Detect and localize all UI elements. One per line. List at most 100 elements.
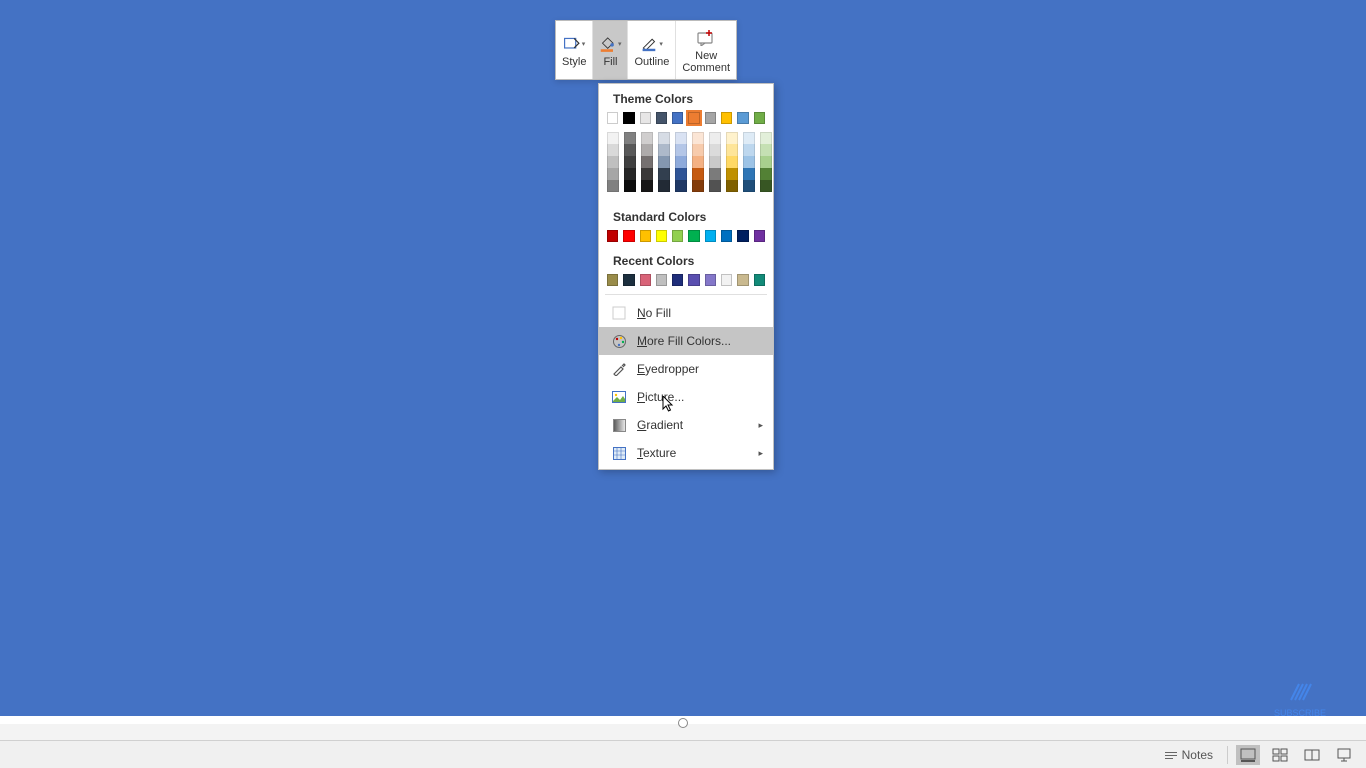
color-swatch[interactable] [709, 144, 721, 156]
color-swatch[interactable] [641, 180, 653, 192]
color-swatch[interactable] [709, 156, 721, 168]
color-swatch[interactable] [709, 132, 721, 144]
color-swatch[interactable] [726, 144, 738, 156]
color-swatch[interactable] [607, 230, 618, 242]
color-swatch[interactable] [737, 274, 748, 286]
color-swatch[interactable] [688, 230, 699, 242]
color-swatch[interactable] [675, 180, 687, 192]
color-swatch[interactable] [675, 168, 687, 180]
color-swatch[interactable] [726, 168, 738, 180]
color-swatch[interactable] [709, 180, 721, 192]
color-swatch[interactable] [743, 168, 755, 180]
color-swatch[interactable] [640, 112, 651, 124]
color-swatch[interactable] [656, 274, 667, 286]
style-button[interactable]: ▾ Style [556, 21, 593, 79]
more-fill-colors-item[interactable]: More Fill Colors... [599, 327, 773, 355]
color-swatch[interactable] [607, 274, 618, 286]
notes-button[interactable]: Notes [1158, 746, 1219, 764]
color-swatch[interactable] [726, 132, 738, 144]
color-swatch[interactable] [641, 144, 653, 156]
color-swatch[interactable] [672, 230, 683, 242]
color-swatch[interactable] [737, 112, 748, 124]
mini-toolbar: ▾ Style ▾ Fill ▾ Outline NewComment [555, 20, 737, 80]
color-swatch[interactable] [656, 230, 667, 242]
outline-button[interactable]: ▾ Outline [628, 21, 676, 79]
color-swatch[interactable] [607, 168, 619, 180]
color-swatch[interactable] [754, 274, 765, 286]
color-swatch[interactable] [760, 156, 772, 168]
color-swatch[interactable] [721, 112, 732, 124]
color-swatch[interactable] [705, 112, 716, 124]
color-swatch[interactable] [675, 144, 687, 156]
color-swatch[interactable] [692, 156, 704, 168]
color-swatch[interactable] [607, 132, 619, 144]
standard-colors-row [599, 230, 773, 246]
color-swatch[interactable] [675, 132, 687, 144]
color-swatch[interactable] [743, 156, 755, 168]
color-swatch[interactable] [641, 156, 653, 168]
color-swatch[interactable] [743, 144, 755, 156]
color-swatch[interactable] [721, 274, 732, 286]
color-swatch[interactable] [656, 112, 667, 124]
color-swatch[interactable] [658, 168, 670, 180]
color-swatch[interactable] [760, 168, 772, 180]
gradient-item[interactable]: Gradient ▸ [599, 411, 773, 439]
color-swatch[interactable] [658, 132, 670, 144]
color-swatch[interactable] [607, 144, 619, 156]
fill-button[interactable]: ▾ Fill [593, 21, 628, 79]
color-swatch[interactable] [624, 144, 636, 156]
color-swatch[interactable] [743, 132, 755, 144]
color-swatch[interactable] [658, 156, 670, 168]
texture-item[interactable]: Texture ▸ [599, 439, 773, 467]
color-swatch[interactable] [658, 144, 670, 156]
normal-view-button[interactable] [1236, 745, 1260, 765]
color-swatch[interactable] [623, 274, 634, 286]
color-swatch[interactable] [705, 230, 716, 242]
color-swatch[interactable] [705, 274, 716, 286]
slide-resize-handle[interactable] [678, 718, 688, 728]
color-swatch[interactable] [640, 274, 651, 286]
color-swatch[interactable] [675, 156, 687, 168]
color-swatch[interactable] [672, 274, 683, 286]
color-swatch[interactable] [754, 230, 765, 242]
no-fill-item[interactable]: No Fill [599, 299, 773, 327]
color-swatch[interactable] [688, 112, 699, 124]
color-swatch[interactable] [688, 274, 699, 286]
color-swatch[interactable] [607, 156, 619, 168]
color-swatch[interactable] [692, 168, 704, 180]
color-swatch[interactable] [760, 132, 772, 144]
eyedropper-item[interactable]: Eyedropper [599, 355, 773, 383]
color-swatch[interactable] [623, 230, 634, 242]
sorter-view-button[interactable] [1268, 745, 1292, 765]
picture-item[interactable]: Picture... [599, 383, 773, 411]
color-swatch[interactable] [692, 132, 704, 144]
color-swatch[interactable] [692, 144, 704, 156]
reading-view-button[interactable] [1300, 745, 1324, 765]
color-swatch[interactable] [672, 112, 683, 124]
color-swatch[interactable] [607, 112, 618, 124]
color-swatch[interactable] [641, 132, 653, 144]
color-swatch[interactable] [743, 180, 755, 192]
color-swatch[interactable] [607, 180, 619, 192]
color-swatch[interactable] [692, 180, 704, 192]
color-swatch[interactable] [623, 112, 634, 124]
color-swatch[interactable] [726, 156, 738, 168]
color-swatch[interactable] [624, 168, 636, 180]
new-comment-button[interactable]: NewComment [676, 21, 736, 79]
color-swatch[interactable] [658, 180, 670, 192]
slideshow-button[interactable] [1332, 745, 1356, 765]
color-swatch[interactable] [640, 230, 651, 242]
new-comment-label: NewComment [682, 50, 730, 74]
color-swatch[interactable] [760, 180, 772, 192]
color-swatch[interactable] [641, 168, 653, 180]
color-swatch[interactable] [737, 230, 748, 242]
color-swatch[interactable] [760, 144, 772, 156]
color-swatch[interactable] [624, 156, 636, 168]
color-swatch[interactable] [624, 180, 636, 192]
color-swatch[interactable] [721, 230, 732, 242]
color-swatch[interactable] [754, 112, 765, 124]
color-swatch[interactable] [624, 132, 636, 144]
color-swatch[interactable] [709, 168, 721, 180]
color-swatch[interactable] [726, 180, 738, 192]
theme-shades-grid [599, 128, 773, 202]
